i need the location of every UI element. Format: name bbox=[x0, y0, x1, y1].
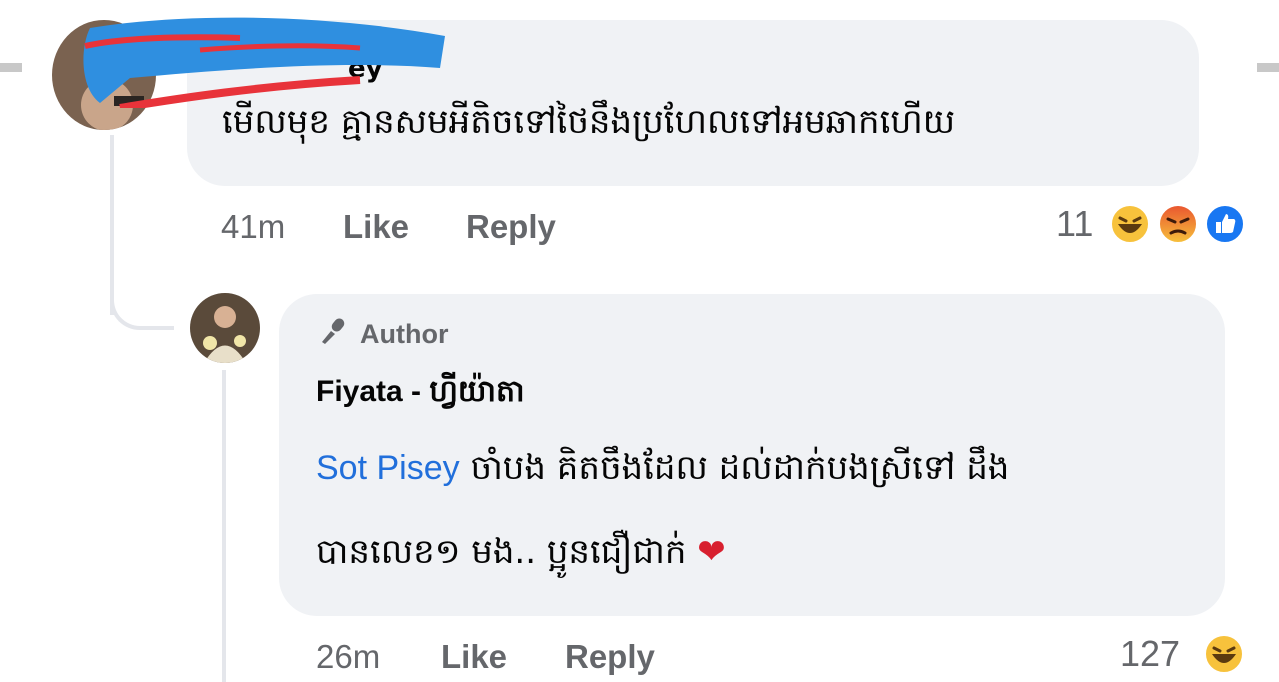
comment-like-button[interactable]: Like bbox=[343, 208, 409, 246]
reply-text-content-2: បានលេខ១ មង.. ប្អូនជឿជាក់ bbox=[316, 532, 687, 572]
angry-emoji-icon[interactable] bbox=[1158, 204, 1198, 244]
laugh-emoji-icon[interactable] bbox=[1204, 634, 1244, 674]
reply-text-line-2: បានលេខ១ មង.. ប្អូនជឿជាក់ ❤ bbox=[316, 530, 726, 580]
thread-line-curve bbox=[110, 280, 174, 330]
laugh-emoji-icon[interactable] bbox=[1110, 204, 1150, 244]
reply-author-name[interactable]: Fiyata - ហ្វីយ៉ាតា bbox=[316, 372, 525, 416]
microphone-icon bbox=[318, 316, 348, 353]
reply-reply-button[interactable]: Reply bbox=[565, 638, 655, 676]
commenter-avatar[interactable] bbox=[52, 20, 156, 130]
author-badge-label: Author bbox=[360, 319, 449, 349]
thread-line-vertical-2 bbox=[222, 370, 226, 682]
comment-time[interactable]: 41m bbox=[221, 208, 285, 246]
left-edge-mark bbox=[0, 63, 22, 72]
reply-text-line-1: Sot Pisey ចាំបង គិតចឹងដែល ដល់ដាក់បងស្រីទ… bbox=[316, 446, 1009, 496]
reply-reaction-count[interactable]: 127 bbox=[1120, 633, 1180, 675]
right-edge-mark bbox=[1257, 63, 1279, 72]
comment-reply-button[interactable]: Reply bbox=[466, 208, 556, 246]
reply-time[interactable]: 26m bbox=[316, 638, 380, 676]
like-reaction-icon[interactable] bbox=[1205, 204, 1245, 244]
mention-link[interactable]: Sot Pisey bbox=[316, 449, 460, 487]
author-avatar[interactable] bbox=[190, 293, 260, 363]
comment-text: មើលមុខ គ្មានសមអីតិចទៅថៃនឹងប្រហែលទៅអមឆាកហ… bbox=[222, 102, 956, 142]
reply-like-button[interactable]: Like bbox=[441, 638, 507, 676]
heart-emoji-icon: ❤ bbox=[697, 532, 726, 572]
comment-author-name[interactable]: ey bbox=[348, 54, 383, 84]
comment-reaction-count[interactable]: 11 bbox=[1056, 203, 1093, 245]
reply-text-content: ចាំបង គិតចឹងដែល ដល់ដាក់បងស្រីទៅ ដឹង bbox=[470, 448, 1010, 488]
author-badge: Author bbox=[318, 316, 448, 353]
